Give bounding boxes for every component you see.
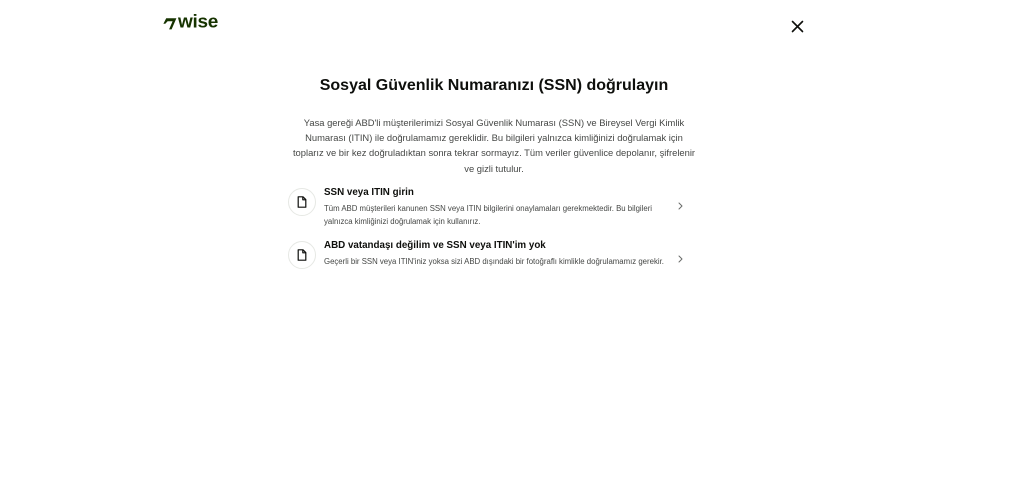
- close-icon: [791, 20, 803, 32]
- wise-flag-icon: [163, 17, 177, 29]
- option-title: ABD vatandaşı değilim ve SSN veya ITIN'i…: [324, 240, 546, 251]
- option-description: Tüm ABD müşterileri kanunen SSN veya ITI…: [324, 204, 653, 226]
- page: wise Sosyal Güvenlik Numaranızı (SSN) do…: [0, 0, 1024, 487]
- close-button[interactable]: [786, 15, 808, 37]
- option-enter-ssn-itin[interactable]: SSN veya ITIN girin Tüm ABD müşterileri …: [288, 186, 690, 228]
- document-icon: [297, 249, 307, 261]
- option-icon-wrapper: [288, 241, 316, 269]
- option-title: SSN veya ITIN girin: [324, 187, 414, 198]
- page-title: Sosyal Güvenlik Numaranızı (SSN) doğrula…: [319, 77, 669, 94]
- option-icon-wrapper: [288, 188, 316, 216]
- wise-logo[interactable]: wise: [163, 13, 218, 32]
- document-icon: [297, 196, 307, 208]
- option-no-ssn-itin[interactable]: ABD vatandaşı değilim ve SSN veya ITIN'i…: [288, 239, 690, 281]
- chevron-right-icon: [676, 254, 684, 264]
- logo-text: wise: [178, 12, 218, 33]
- intro-text: Yasa gereği ABD'li müşterilerimizi Sosya…: [292, 117, 696, 174]
- option-description: Geçerli bir SSN veya ITIN'iniz yoksa siz…: [324, 257, 664, 266]
- chevron-right-icon: [676, 201, 684, 211]
